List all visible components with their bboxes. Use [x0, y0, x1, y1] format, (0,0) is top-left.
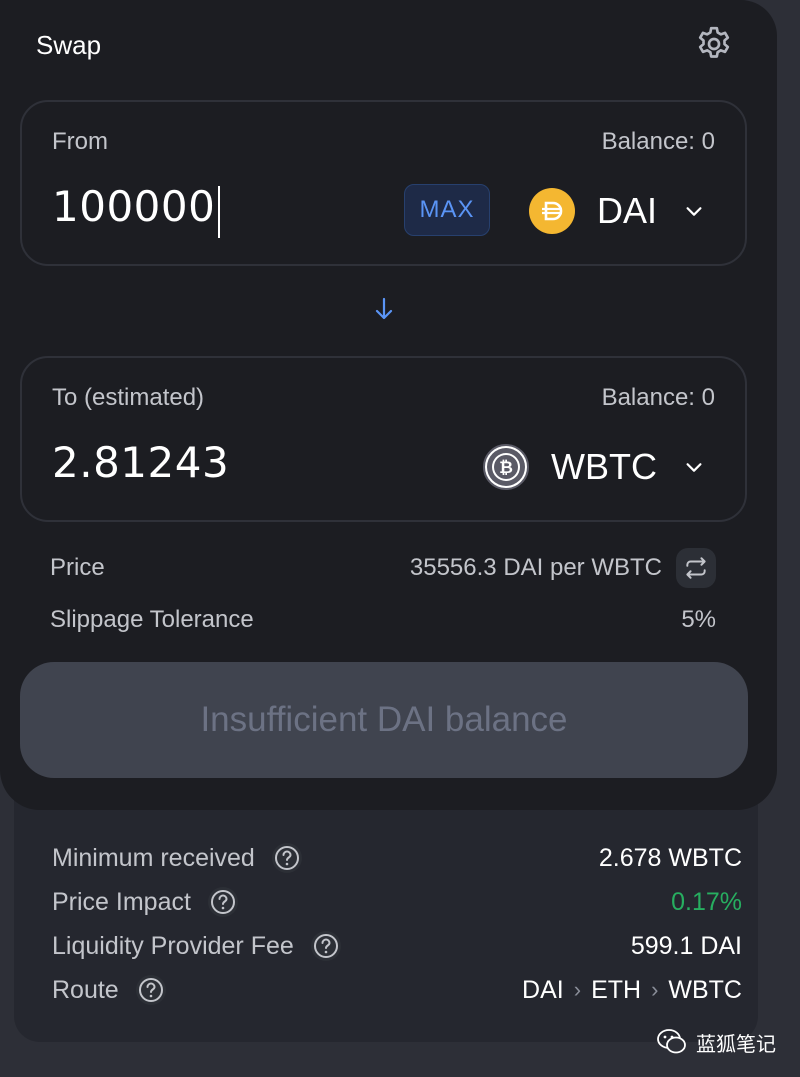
- svg-text:₿: ₿: [499, 458, 513, 478]
- from-token-symbol: DAI: [596, 190, 657, 231]
- slippage-value: 5%: [681, 606, 716, 633]
- help-icon[interactable]: [271, 842, 303, 874]
- price-impact-value: 0.17%: [671, 887, 742, 916]
- price-impact-row: Price Impact 0.17%: [52, 886, 742, 918]
- from-label: From: [52, 128, 108, 155]
- slippage-label: Slippage Tolerance: [50, 606, 254, 633]
- slippage-row: Slippage Tolerance 5%: [50, 600, 716, 640]
- page-title: Swap: [36, 30, 102, 60]
- watermark: 蓝狐笔记: [656, 1026, 776, 1058]
- dai-icon: [528, 188, 575, 234]
- chevron-right-icon: ›: [651, 977, 659, 1002]
- from-balance: Balance: 0: [601, 128, 715, 155]
- price-impact-label: Price Impact: [52, 887, 191, 916]
- price-value: 35556.3 DAI per WBTC: [409, 554, 662, 581]
- arrow-down-icon[interactable]: [372, 296, 396, 322]
- lp-fee-row: Liquidity Provider Fee 599.1 DAI: [52, 930, 742, 962]
- help-icon[interactable]: [310, 930, 342, 962]
- wbtc-icon: ₿: [483, 444, 530, 490]
- minimum-received-label: Minimum received: [52, 843, 255, 872]
- max-button[interactable]: MAX: [404, 184, 490, 236]
- insufficient-balance-button[interactable]: Insufficient DAI balance: [20, 662, 748, 778]
- route-hop: DAI: [522, 975, 564, 1004]
- lp-fee-label: Liquidity Provider Fee: [52, 931, 294, 960]
- from-token-select[interactable]: DAI: [528, 186, 705, 236]
- to-token-symbol: WBTC: [551, 446, 657, 487]
- invert-rate-button[interactable]: [676, 548, 716, 588]
- route-row: Route DAI › ETH › WBTC: [52, 974, 742, 1006]
- repeat-icon: [686, 557, 706, 579]
- text-caret: [218, 186, 220, 238]
- route-path: DAI › ETH › WBTC: [522, 976, 742, 1005]
- route-hop: WBTC: [668, 975, 742, 1004]
- to-label: To (estimated): [52, 384, 205, 411]
- to-panel: To (estimated) Balance: 0 ₿ WBTC: [20, 356, 747, 522]
- help-icon[interactable]: [135, 974, 167, 1006]
- lp-fee-value: 599.1 DAI: [630, 931, 742, 960]
- to-balance: Balance: 0: [601, 384, 715, 411]
- chevron-down-icon: [686, 463, 702, 472]
- wechat-icon: [657, 1029, 686, 1054]
- from-amount-input[interactable]: [52, 182, 392, 231]
- route-label: Route: [52, 975, 119, 1004]
- gear-icon[interactable]: [694, 24, 734, 64]
- to-token-select[interactable]: ₿ WBTC: [483, 442, 705, 492]
- price-label: Price: [50, 554, 105, 581]
- price-row: Price 35556.3 DAI per WBTC: [50, 546, 716, 590]
- route-hop: ETH: [591, 975, 642, 1004]
- minimum-received-value: 2.678 WBTC: [598, 843, 742, 872]
- swap-card: Swap From Balance: 0 MAX DAI To: [0, 0, 777, 810]
- to-amount-input[interactable]: [52, 438, 392, 487]
- watermark-text: 蓝狐笔记: [696, 1033, 776, 1056]
- minimum-received-row: Minimum received 2.678 WBTC: [52, 842, 742, 874]
- chevron-down-icon: [686, 207, 702, 216]
- chevron-right-icon: ›: [573, 977, 582, 1002]
- from-panel: From Balance: 0 MAX DAI: [20, 100, 747, 266]
- help-icon[interactable]: [207, 886, 239, 918]
